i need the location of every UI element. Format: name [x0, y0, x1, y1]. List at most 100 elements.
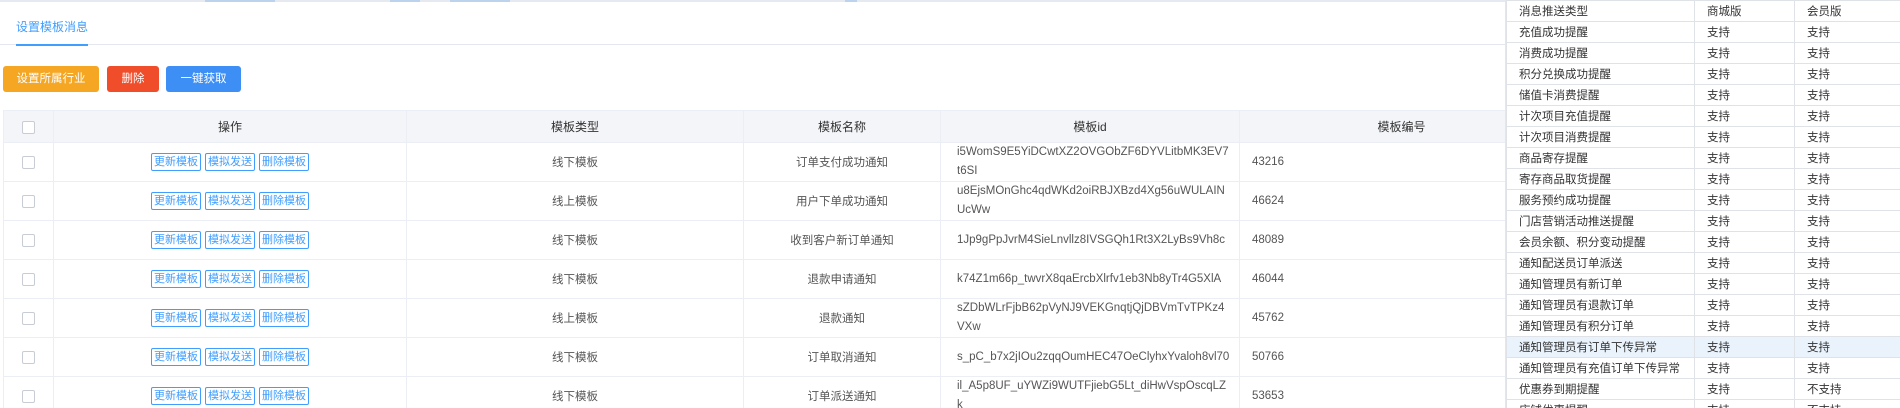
table-row: 更新模板 模拟发送 删除模板 线下模板 收到客户新订单通知 1Jp9gPpJvrM4Sie…	[3, 220, 1505, 260]
update-template-button[interactable]: 更新模板	[151, 387, 201, 405]
row-checkbox[interactable]	[22, 233, 35, 247]
mall-support: 支持	[1694, 273, 1795, 295]
member-support: 支持	[1794, 168, 1900, 190]
mall-support: 支持	[1694, 315, 1795, 337]
template-number: 53653	[1239, 376, 1505, 408]
update-template-button[interactable]: 更新模板	[151, 192, 201, 210]
fetch-all-button[interactable]: 一键获取	[166, 66, 241, 92]
mall-support: 支持	[1694, 168, 1795, 190]
row-checkbox[interactable]	[22, 350, 35, 364]
row-select-cell	[3, 220, 54, 260]
template-id: u8EjsMOnGhc4qdWKd2oiRBJXBzd4Xg56uWULAINU…	[940, 181, 1240, 221]
simulate-send-button[interactable]: 模拟发送	[205, 387, 255, 405]
update-template-button[interactable]: 更新模板	[151, 270, 201, 288]
message-type: 计次项目消费提醒	[1506, 126, 1695, 148]
template-name: 退款申请通知	[743, 259, 941, 299]
simulate-send-button[interactable]: 模拟发送	[205, 309, 255, 327]
update-template-button[interactable]: 更新模板	[151, 309, 201, 327]
update-template-button[interactable]: 更新模板	[151, 231, 201, 249]
template-table: 操作 模板类型 模板名称 模板id 模板编号 更新模板 模拟发送 删除模板 线下模板订…	[3, 110, 1505, 408]
support-row: 计次项目消费提醒 支持 支持	[1506, 126, 1900, 148]
delete-template-button[interactable]: 删除模板	[259, 153, 309, 171]
mall-support: 支持	[1694, 210, 1795, 232]
mall-support: 支持	[1694, 294, 1795, 316]
row-checkbox[interactable]	[22, 194, 35, 208]
simulate-send-button[interactable]: 模拟发送	[205, 348, 255, 366]
row-actions: 更新模板 模拟发送 删除模板	[53, 337, 407, 377]
template-type: 线下模板	[406, 376, 744, 408]
message-type: 计次项目充值提醒	[1506, 105, 1695, 127]
member-support: 支持	[1794, 252, 1900, 274]
row-checkbox[interactable]	[22, 311, 35, 325]
support-row: 储值卡消费提醒 支持 支持	[1506, 84, 1900, 106]
simulate-send-button[interactable]: 模拟发送	[205, 270, 255, 288]
table-header-row: 操作 模板类型 模板名称 模板id 模板编号	[3, 110, 1505, 143]
delete-template-button[interactable]: 删除模板	[259, 192, 309, 210]
support-row: 门店营销活动推送提醒 支持 支持	[1506, 210, 1900, 232]
row-checkbox[interactable]	[22, 155, 35, 169]
message-type: 优惠券到期提醒	[1506, 378, 1695, 400]
message-type: 通知管理员有充值订单下传异常	[1506, 357, 1695, 379]
update-template-button[interactable]: 更新模板	[151, 348, 201, 366]
row-checkbox[interactable]	[22, 272, 35, 286]
simulate-send-button[interactable]: 模拟发送	[205, 192, 255, 210]
row-select-cell	[3, 376, 54, 408]
message-type: 服务预约成功提醒	[1506, 189, 1695, 211]
template-number: 45762	[1239, 298, 1505, 338]
mall-support: 支持	[1694, 21, 1795, 43]
message-type: 寄存商品取货提醒	[1506, 168, 1695, 190]
mall-support: 支持	[1694, 231, 1795, 253]
support-row: 消费成功提醒 支持 支持	[1506, 42, 1900, 64]
row-actions: 更新模板 模拟发送 删除模板	[53, 298, 407, 338]
support-row: 寄存商品取货提醒 支持 支持	[1506, 168, 1900, 190]
select-all-checkbox[interactable]	[22, 120, 35, 134]
message-type: 会员余额、积分变动提醒	[1506, 231, 1695, 253]
member-support: 不支持	[1794, 378, 1900, 400]
message-type: 通知管理员有积分订单	[1506, 315, 1695, 337]
delete-template-button[interactable]: 删除模板	[259, 348, 309, 366]
template-number: 48089	[1239, 220, 1505, 260]
member-support: 支持	[1794, 210, 1900, 232]
tab-set-template-message[interactable]: 设置模板消息	[16, 18, 89, 46]
support-row: 通知管理员有积分订单 支持 支持	[1506, 315, 1900, 337]
message-type: 商品寄存提醒	[1506, 147, 1695, 169]
simulate-send-button[interactable]: 模拟发送	[205, 231, 255, 249]
row-checkbox[interactable]	[22, 389, 35, 403]
delete-template-button[interactable]: 删除模板	[259, 270, 309, 288]
template-name: 订单派送通知	[743, 376, 941, 408]
row-actions: 更新模板 模拟发送 删除模板	[53, 376, 407, 408]
member-support: 支持	[1794, 315, 1900, 337]
template-id: sZDbWLrFjbB62pVyNJ9VEKGnqtjQjDBVmTvTPKz4…	[940, 298, 1240, 338]
support-row: 服务预约成功提醒 支持 支持	[1506, 189, 1900, 211]
support-row: 店铺优惠提醒支持不支持	[1506, 399, 1900, 408]
message-type: 通知管理员有退款订单	[1506, 294, 1695, 316]
template-id: s_pC_b7x2jIOu2zqqOumHEC47OeClyhxYvaloh8v…	[940, 337, 1240, 377]
mall-support: 支持	[1694, 357, 1795, 379]
member-support: 支持	[1794, 126, 1900, 148]
mall-support: 支持	[1694, 147, 1795, 169]
mall-support: 支持	[1694, 378, 1795, 400]
support-panel: 消息推送类型 商城版 会员版 充值成功提醒 支持 支持 消费成功提醒 支持 支持 积分兑换成…	[1505, 0, 1900, 408]
column-header-type: 模板类型	[406, 110, 744, 143]
delete-template-button[interactable]: 删除模板	[259, 387, 309, 405]
set-industry-button[interactable]: 设置所属行业	[3, 66, 99, 92]
delete-button[interactable]: 删除	[107, 66, 159, 92]
update-template-button[interactable]: 更新模板	[151, 153, 201, 171]
support-row: 优惠券到期提醒 支持 不支持	[1506, 378, 1900, 400]
delete-template-button[interactable]: 删除模板	[259, 309, 309, 327]
template-name: 用户下单成功通知	[743, 181, 941, 221]
message-type: 店铺优惠提醒	[1506, 399, 1695, 408]
member-support: 支持	[1794, 231, 1900, 253]
delete-template-button[interactable]: 删除模板	[259, 231, 309, 249]
template-number: 43216	[1239, 142, 1505, 182]
member-support: 支持	[1794, 84, 1900, 106]
template-number: 46044	[1239, 259, 1505, 299]
member-support: 支持	[1794, 147, 1900, 169]
message-type: 通知管理员有新订单	[1506, 273, 1695, 295]
row-select-cell	[3, 298, 54, 338]
template-name: 收到客户新订单通知	[743, 220, 941, 260]
mall-support: 支持	[1694, 126, 1795, 148]
row-select-cell	[3, 337, 54, 377]
simulate-send-button[interactable]: 模拟发送	[205, 153, 255, 171]
mall-support: 支持	[1694, 336, 1795, 358]
